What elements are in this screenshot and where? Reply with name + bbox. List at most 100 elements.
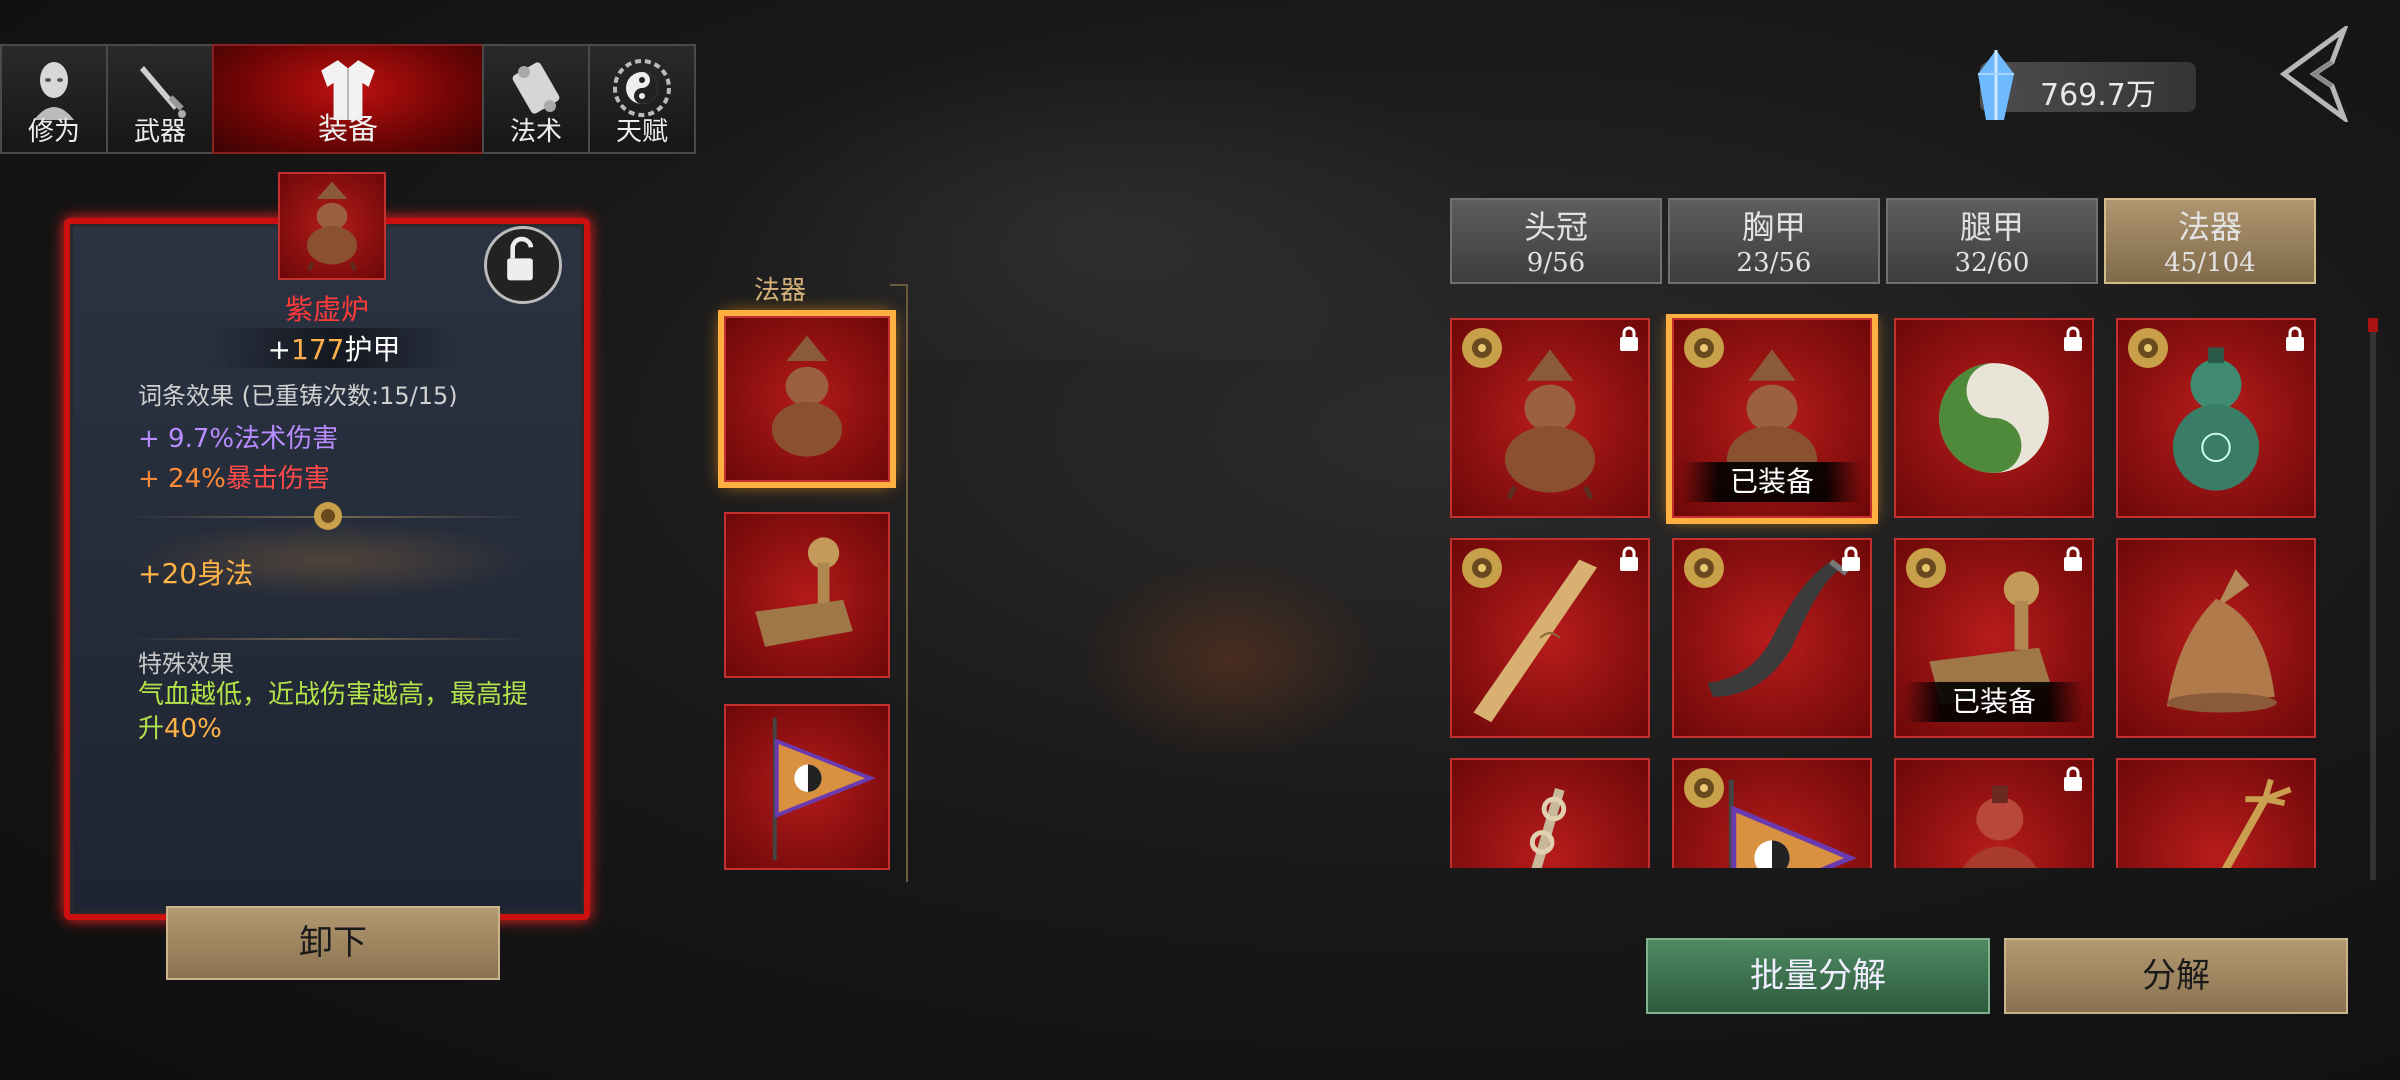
tab-label: 法术 [509,117,562,147]
grid-scroll-thumb[interactable] [2368,318,2378,332]
lock-icon [1620,326,1638,351]
equipped-slot-3[interactable] [724,704,890,870]
reforge-count: (已重铸次数:15/15) [241,382,458,410]
inventory-item[interactable] [1450,538,1650,738]
bagua-coin-icon [1906,548,1946,588]
lock-icon [1842,546,1860,571]
affix-value: + 24% [138,464,226,494]
special-effect-title: 特殊效果 [138,650,234,678]
currency-display: 769.7万 [1978,50,2196,120]
slot-column-rail [890,284,908,882]
bagua-coin-icon [1684,768,1724,808]
lock-icon [2286,326,2304,351]
special-value: 40% [164,714,222,744]
affix-title: 词条效果 [138,382,234,410]
lock-icon [1620,546,1638,571]
inventory-item[interactable] [2116,318,2316,518]
special-effect-text: 气血越低，近战伤害越高，最高提升40% [138,678,538,746]
detail-item-thumbnail [278,172,386,280]
inventory-item[interactable]: 已装备 [1894,538,2094,738]
tab-label: 天赋 [615,117,668,147]
category-tab-chest[interactable]: 胸甲 23/56 [1668,198,1880,284]
bagua-coin-icon [1462,548,1502,588]
affix-label: 暴击伤害 [225,464,330,494]
tab-spell[interactable]: 法术 [482,44,590,154]
gourd-censer-icon [306,181,358,272]
inventory-item[interactable] [2116,538,2316,738]
background-fire-glow [1080,560,1380,760]
armor-prefix: + [267,333,291,366]
back-arrow-icon[interactable] [2274,26,2350,122]
divider [124,638,534,640]
gourd-censer-icon [771,335,843,457]
tab-cultivation[interactable]: 修为 [0,44,108,154]
affix-label: 法术伤害 [234,424,339,454]
currency-value: 769.7万 [2040,78,2156,113]
lock-icon [2064,326,2082,351]
inventory-item[interactable] [1450,758,1650,868]
category-count: 45/104 [2164,248,2256,278]
category-title: 头冠 [1523,208,1588,246]
armor-label: 护甲 [344,333,401,366]
knotted-sword-icon [1529,788,1567,868]
category-count: 23/56 [1736,248,1812,278]
bagua-coin-icon [2128,328,2168,368]
inventory-item[interactable] [2116,758,2316,868]
spirit-crystal-icon [1978,50,2014,120]
unequip-button[interactable]: 卸下 [166,906,500,980]
bonus-value: 20 [161,557,198,590]
tab-weapon[interactable]: 武器 [106,44,214,154]
unlock-icon [507,236,534,281]
top-tab-bar: 修为 武器 装备 法术 天赋 [0,44,696,154]
lock-icon [2064,766,2082,791]
affix-value: + 9.7% [138,424,235,454]
inventory-item[interactable] [1894,318,2094,518]
background-temple [700,40,1500,360]
bagua-coin-icon [1684,328,1724,368]
seal-stamp-icon [755,537,853,647]
decompose-button[interactable]: 分解 [2004,938,2348,1014]
category-count: 32/60 [1954,248,2030,278]
inventory-item[interactable] [1672,538,1872,738]
affix-header: 词条效果 (已重铸次数:15/15) [138,376,458,411]
category-tab-legs[interactable]: 腿甲 32/60 [1886,198,2098,284]
affix-spell-damage: + 9.7%法术伤害 [138,418,338,455]
affix-crit-damage: + 24%暴击伤害 [138,458,330,495]
tab-label: 武器 [133,117,186,147]
equipped-badge: 已装备 [1904,682,2084,722]
grid-scrollbar[interactable] [2370,320,2376,880]
bagua-coin-icon [1684,548,1724,588]
category-count: 9/56 [1526,248,1586,278]
tab-label: 装备 [318,112,378,147]
category-tab-helmet[interactable]: 头冠 9/56 [1450,198,1662,284]
slot-column-heading: 法器 [754,276,807,306]
tab-equipment[interactable]: 装备 [212,44,484,154]
inventory-item[interactable]: 已装备 [1672,318,1872,518]
bonus-agility: +20身法 [138,552,253,592]
armor-stat: +177护甲 [204,328,464,368]
armor-value: 177 [291,333,345,366]
item-detail-panel: 紫虚炉 +177护甲 词条效果 (已重铸次数:15/15) + 9.7%法术伤害… [64,172,590,920]
equipped-badge: 已装备 [1682,462,1862,502]
bagua-banner-icon [772,717,876,861]
tab-label: 修为 [27,117,80,147]
category-title: 胸甲 [1741,208,1806,246]
equipped-slot-1[interactable] [724,316,890,482]
bonus-prefix: + [138,557,162,590]
category-title: 腿甲 [1959,208,2024,246]
bonus-label: 身法 [197,557,254,590]
equipped-slot-2[interactable] [724,512,890,678]
inventory-item[interactable] [1450,318,1650,518]
bronze-bell-icon [2167,569,2277,713]
item-name: 紫虚炉 [284,293,369,326]
trident-icon [2221,778,2292,868]
bagua-coin-icon [1462,328,1502,368]
bagua-coin-icon [314,502,342,530]
item-grid: 已装备 已装备 [1446,314,2326,868]
inventory-item[interactable] [1672,758,1872,868]
category-tab-artifact[interactable]: 法器 45/104 [2104,198,2316,284]
tab-talent[interactable]: 天赋 [588,44,696,154]
batch-decompose-button[interactable]: 批量分解 [1646,938,1990,1014]
lock-icon [2064,546,2082,571]
inventory-item[interactable] [1894,758,2094,868]
